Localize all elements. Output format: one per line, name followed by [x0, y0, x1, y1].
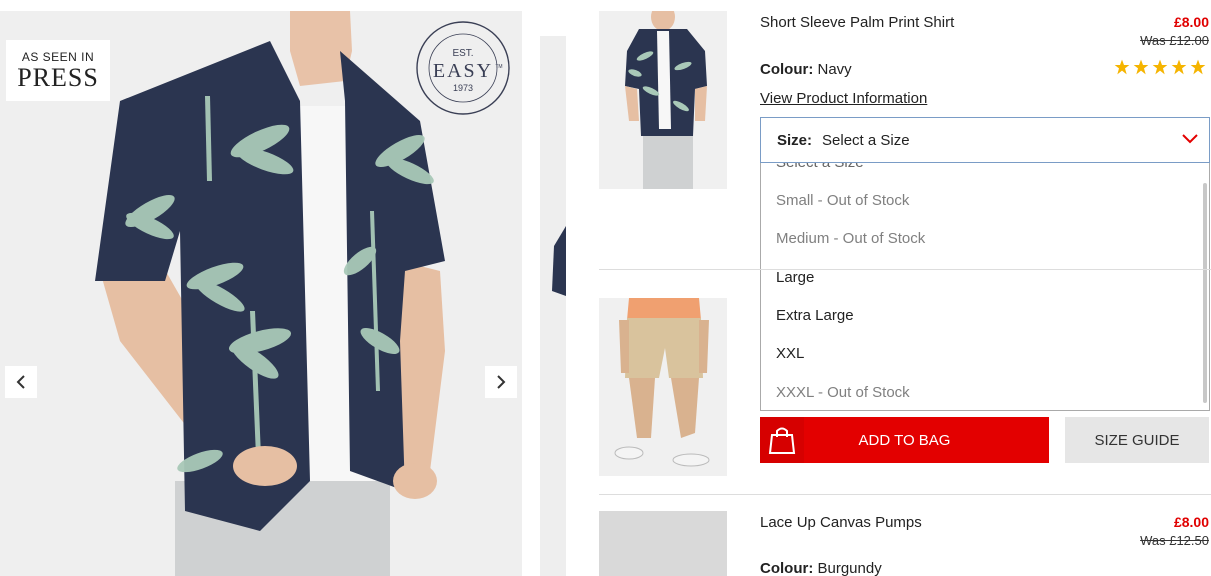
chevron-right-icon — [497, 375, 506, 389]
shopping-bag-icon — [768, 427, 796, 454]
size-option[interactable]: Small - Out of Stock — [776, 192, 909, 209]
product-name[interactable]: Short Sleeve Palm Print Shirt — [760, 14, 954, 31]
size-label: Size: — [777, 131, 813, 149]
product-colour: Colour: Burgundy — [760, 560, 882, 576]
size-option[interactable]: Medium - Out of Stock — [776, 230, 925, 247]
stamp-est: EST. — [452, 48, 473, 59]
size-selected-value: Select a Size — [822, 131, 910, 149]
product-thumbnail-pumps[interactable] — [599, 511, 727, 576]
gallery-prev-button[interactable] — [5, 366, 37, 398]
size-dropdown-list[interactable]: Select a Size Small - Out of Stock Mediu… — [760, 163, 1210, 411]
stamp-brand: EASY — [433, 60, 493, 82]
press-badge: AS SEEN IN PRESS — [6, 40, 110, 101]
secondary-gallery-image — [540, 36, 566, 576]
bag-icon-box — [760, 417, 804, 463]
model-arm-photo — [540, 36, 566, 576]
shirt-thumbnail-image — [599, 11, 727, 189]
product-thumbnail-shorts[interactable] — [599, 298, 727, 476]
product-hero-image: AS SEEN IN PRESS EST. EASY TM 1973 — [0, 11, 522, 576]
product-was-price: Was £12.00 — [1140, 33, 1209, 48]
size-option[interactable]: Extra Large — [776, 307, 854, 324]
colour-value: Navy — [817, 61, 852, 78]
chevron-down-icon — [1182, 134, 1198, 144]
press-badge-main: PRESS — [17, 62, 99, 92]
size-option[interactable]: Select a Size — [776, 163, 864, 171]
size-option[interactable]: XXXL - Out of Stock — [776, 384, 910, 401]
star-icon — [1133, 59, 1149, 75]
size-guide-button[interactable]: SIZE GUIDE — [1065, 417, 1209, 463]
add-to-bag-label: ADD TO BAG — [858, 431, 951, 449]
product-divider — [599, 494, 1211, 495]
size-option[interactable]: XXL — [776, 345, 804, 362]
dropdown-scrollbar[interactable] — [1203, 183, 1207, 403]
product-was-price: Was £12.50 — [1140, 533, 1209, 548]
product-divider — [599, 269, 1211, 270]
colour-value: Burgundy — [817, 560, 882, 576]
chevron-left-icon — [16, 375, 25, 389]
view-product-information-link[interactable]: View Product Information — [760, 90, 927, 107]
star-icon — [1114, 59, 1130, 75]
size-select[interactable]: Size: Select a Size — [760, 117, 1210, 163]
easy-est-stamp-logo: EST. EASY TM 1973 — [416, 21, 510, 115]
product-thumbnail-shirt[interactable] — [599, 11, 727, 189]
press-badge-top: AS SEEN IN — [21, 49, 95, 64]
shorts-thumbnail-image — [599, 298, 727, 476]
gallery-next-button[interactable] — [485, 366, 517, 398]
colour-label: Colour: — [760, 560, 814, 576]
size-option[interactable]: Large — [776, 269, 814, 286]
star-icon — [1152, 59, 1168, 75]
star-icon — [1190, 59, 1206, 75]
product-price: £8.00 — [1173, 14, 1209, 30]
star-icon — [1171, 59, 1187, 75]
colour-label: Colour: — [760, 61, 814, 78]
product-price: £8.00 — [1173, 514, 1209, 530]
product-name[interactable]: Lace Up Canvas Pumps — [760, 514, 922, 531]
stamp-year: 1973 — [453, 83, 473, 93]
product-colour: Colour: Navy — [760, 61, 852, 78]
stamp-tm: TM — [495, 64, 502, 70]
add-to-bag-button[interactable]: ADD TO BAG — [760, 417, 1049, 463]
rating-stars — [1114, 59, 1206, 75]
